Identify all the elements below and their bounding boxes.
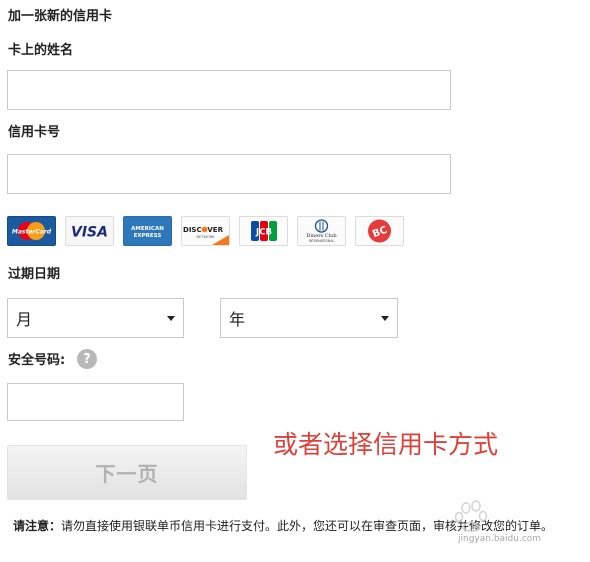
expiry-label: 过期日期 (8, 267, 61, 282)
card-number-input[interactable] (7, 154, 451, 194)
year-select-value: 年 (229, 310, 246, 329)
cvv-label: 安全号码: (8, 353, 66, 368)
diners-club-logo: Diners Club INTERNATIONAL (297, 216, 346, 246)
svg-text:MasterCard: MasterCard (12, 229, 52, 236)
svg-text:VISA: VISA (71, 225, 108, 241)
svg-text:EXPRESS: EXPRESS (134, 233, 162, 239)
mastercard-logo: MasterCard (7, 216, 56, 246)
year-select[interactable]: 年 (220, 298, 398, 338)
svg-text:JCB: JCB (255, 228, 272, 238)
card-number-label: 信用卡号 (8, 125, 61, 140)
name-on-card-input[interactable] (7, 70, 451, 110)
bc-card-logo: BC (355, 216, 404, 246)
chevron-down-icon (167, 315, 175, 321)
annotation-text: 或者选择信用卡方式 (273, 430, 499, 459)
chevron-down-icon (381, 315, 389, 321)
jcb-logo: JCB (239, 216, 288, 246)
discover-logo: DISCOVER NETWORK (181, 216, 230, 246)
watermark-text: jingyan.baidu.com (458, 534, 542, 544)
amex-logo: AMERICAN EXPRESS (123, 216, 172, 246)
svg-text:AMERICAN: AMERICAN (131, 226, 164, 232)
month-select-value: 月 (16, 310, 33, 329)
note-prefix: 请注意： (13, 519, 62, 533)
svg-text:INTERNATIONAL: INTERNATIONAL (309, 239, 335, 243)
next-page-button[interactable]: 下一页 (7, 445, 247, 500)
month-select[interactable]: 月 (7, 298, 184, 338)
visa-logo: VISA (65, 216, 114, 246)
help-icon[interactable]: ? (77, 349, 97, 369)
svg-text:NETWORK: NETWORK (197, 235, 216, 239)
form-title: 加一张新的信用卡 (8, 9, 113, 24)
name-label: 卡上的姓名 (8, 43, 74, 58)
security-code-input[interactable] (7, 383, 184, 421)
